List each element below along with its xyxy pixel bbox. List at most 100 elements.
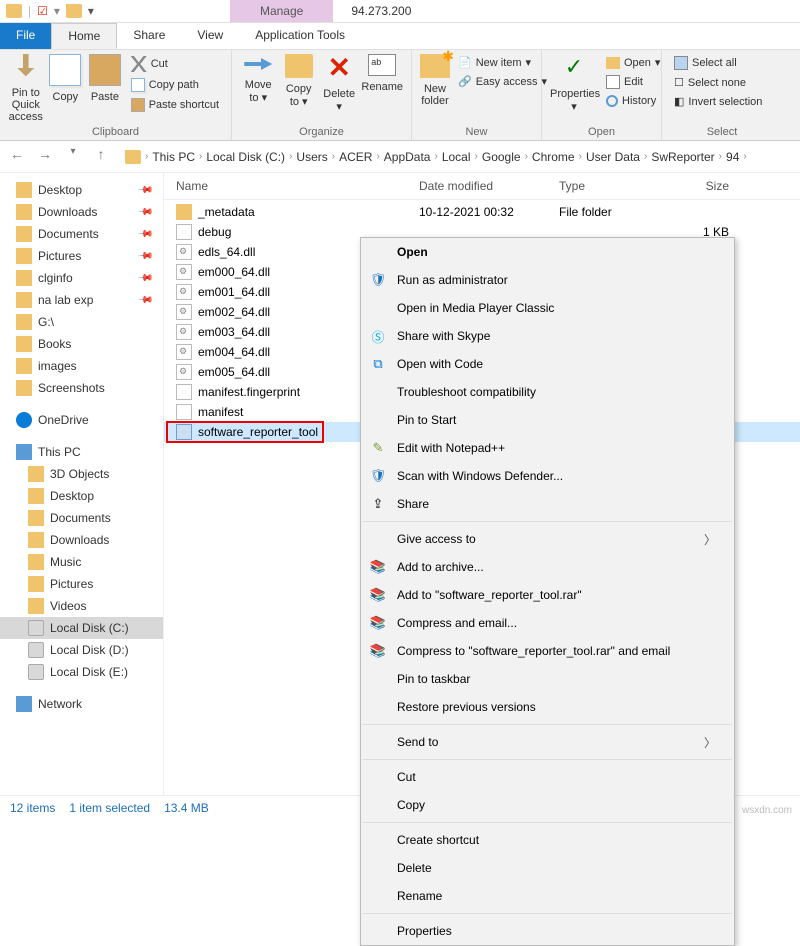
breadcrumb[interactable]: › This PC›Local Disk (C:)›Users›ACER›App… [118,146,794,168]
forward-button[interactable]: → [34,146,56,168]
crumb[interactable]: SwReporter [651,150,714,164]
tree-item[interactable]: Pictures📌 [0,245,163,267]
qat-dropdown-icon[interactable]: ▾ [54,4,60,18]
ctx-send-to[interactable]: Send to〉 [361,728,734,756]
checkbox-icon[interactable]: ☑ [37,4,48,18]
ctx-properties[interactable]: Properties [361,917,734,945]
ctx-add-archive[interactable]: 📚Add to archive... [361,553,734,581]
copy-button[interactable]: Copy [48,54,84,103]
delete-button[interactable]: ✕Delete ▾ [321,54,357,113]
tree-item[interactable]: Local Disk (E:) [0,661,163,683]
tab-share[interactable]: Share [117,23,181,49]
ctx-delete[interactable]: Delete [361,854,734,882]
new-folder-button[interactable]: New folder [420,54,450,107]
tree-item[interactable]: images [0,355,163,377]
col-date[interactable]: Date modified [419,179,559,193]
tree-item[interactable]: 3D Objects [0,463,163,485]
invert-selection-button[interactable]: ◧Invert selection [670,93,766,110]
tree-item[interactable]: Local Disk (C:) [0,617,163,639]
ctx-create-shortcut[interactable]: Create shortcut [361,826,734,854]
tree-item[interactable]: Documents [0,507,163,529]
col-name[interactable]: Name [164,179,419,193]
ctx-open-mpc[interactable]: Open in Media Player Classic [361,294,734,322]
tree-item[interactable]: na lab exp📌 [0,289,163,311]
tree-item[interactable]: Downloads📌 [0,201,163,223]
nav-tree[interactable]: Desktop📌Downloads📌Documents📌Pictures📌clg… [0,173,164,795]
crumb[interactable]: AppData [384,150,431,164]
tree-network[interactable]: Network [0,693,163,715]
ctx-add-rar[interactable]: 📚Add to "software_reporter_tool.rar" [361,581,734,609]
ctx-edit-notepad[interactable]: ✎Edit with Notepad++ [361,434,734,462]
crumb[interactable]: User Data [586,150,640,164]
tree-item[interactable]: Desktop [0,485,163,507]
crumb[interactable]: Local Disk (C:) [206,150,285,164]
col-type[interactable]: Type [559,179,679,193]
rename-button[interactable]: Rename [361,54,403,93]
crumb[interactable]: ACER [339,150,372,164]
qat-overflow[interactable]: ▾ [88,4,94,18]
crumb[interactable]: Local [442,150,471,164]
ctx-copy[interactable]: Copy [361,791,734,819]
crumb[interactable]: 94 [726,150,739,164]
tree-this-pc[interactable]: This PC [0,441,163,463]
tree-item[interactable]: Downloads [0,529,163,551]
tree-item[interactable]: clginfo📌 [0,267,163,289]
ctx-restore[interactable]: Restore previous versions [361,693,734,721]
tree-item[interactable]: Pictures [0,573,163,595]
ctx-pin-to-start[interactable]: Pin to Start [361,406,734,434]
tree-item[interactable]: Videos [0,595,163,617]
crumb[interactable]: Chrome [532,150,575,164]
crumb[interactable]: Google [482,150,521,164]
context-menu[interactable]: Open 🛡Run as administrator Open in Media… [360,237,735,946]
new-item-button[interactable]: 📄New item ▾ [454,54,551,71]
ctx-pin-taskbar[interactable]: Pin to taskbar [361,665,734,693]
tree-item[interactable]: Local Disk (D:) [0,639,163,661]
pin-to-quick-access-button[interactable]: Pin to Quick access [8,54,44,123]
copy-path-button[interactable]: Copy path [127,76,223,94]
tree-item[interactable]: Documents📌 [0,223,163,245]
up-button[interactable]: ↑ [90,146,112,168]
ctx-scan-defender[interactable]: 🛡Scan with Windows Defender... [361,462,734,490]
tree-item[interactable]: Desktop📌 [0,179,163,201]
cut-button[interactable]: Cut [127,54,223,74]
ctx-give-access[interactable]: Give access to〉 [361,525,734,553]
ctx-share-skype[interactable]: ⓈShare with Skype [361,322,734,350]
copy-to-button[interactable]: Copy to ▾ [280,54,316,108]
paste-button[interactable]: Paste [87,54,123,103]
ctx-share[interactable]: ⇪Share [361,490,734,518]
ctx-troubleshoot[interactable]: Troubleshoot compatibility [361,378,734,406]
crumb[interactable]: Users [296,150,327,164]
tree-item[interactable]: G:\ [0,311,163,333]
tree-item[interactable]: Books [0,333,163,355]
tab-application-tools[interactable]: Application Tools [239,23,361,49]
manage-context-tab[interactable]: Manage [230,0,333,22]
file-row[interactable]: _metadata10-12-2021 00:32File folder [164,202,800,222]
crumb[interactable]: This PC [152,150,195,164]
qat-sep: | [28,4,31,18]
history-button[interactable]: History [602,93,664,109]
paste-shortcut-button[interactable]: Paste shortcut [127,96,223,114]
ctx-compress-to[interactable]: 📚Compress to "software_reporter_tool.rar… [361,637,734,665]
tab-file[interactable]: File [0,23,51,49]
select-none-button[interactable]: ☐Select none [670,74,766,91]
back-button[interactable]: ← [6,146,28,168]
col-size[interactable]: Size [679,179,739,193]
move-to-button[interactable]: Move to ▾ [240,54,276,104]
ctx-compress-email[interactable]: 📚Compress and email... [361,609,734,637]
ctx-run-as-admin[interactable]: 🛡Run as administrator [361,266,734,294]
tab-home[interactable]: Home [51,23,117,49]
ctx-open-with-code[interactable]: ⧉Open with Code [361,350,734,378]
easy-access-button[interactable]: 🔗Easy access ▾ [454,73,551,90]
tree-item[interactable]: Screenshots [0,377,163,399]
tree-item[interactable]: Music [0,551,163,573]
edit-button[interactable]: Edit [602,73,664,91]
ctx-open[interactable]: Open [361,238,734,266]
properties-button[interactable]: ✓Properties ▾ [550,54,598,113]
select-all-button[interactable]: Select all [670,54,766,72]
open-button[interactable]: Open ▾ [602,54,664,71]
ctx-cut[interactable]: Cut [361,763,734,791]
tree-onedrive[interactable]: OneDrive [0,409,163,431]
ctx-rename[interactable]: Rename [361,882,734,910]
tab-view[interactable]: View [181,23,239,49]
recent-button[interactable]: ▾ [62,146,84,168]
